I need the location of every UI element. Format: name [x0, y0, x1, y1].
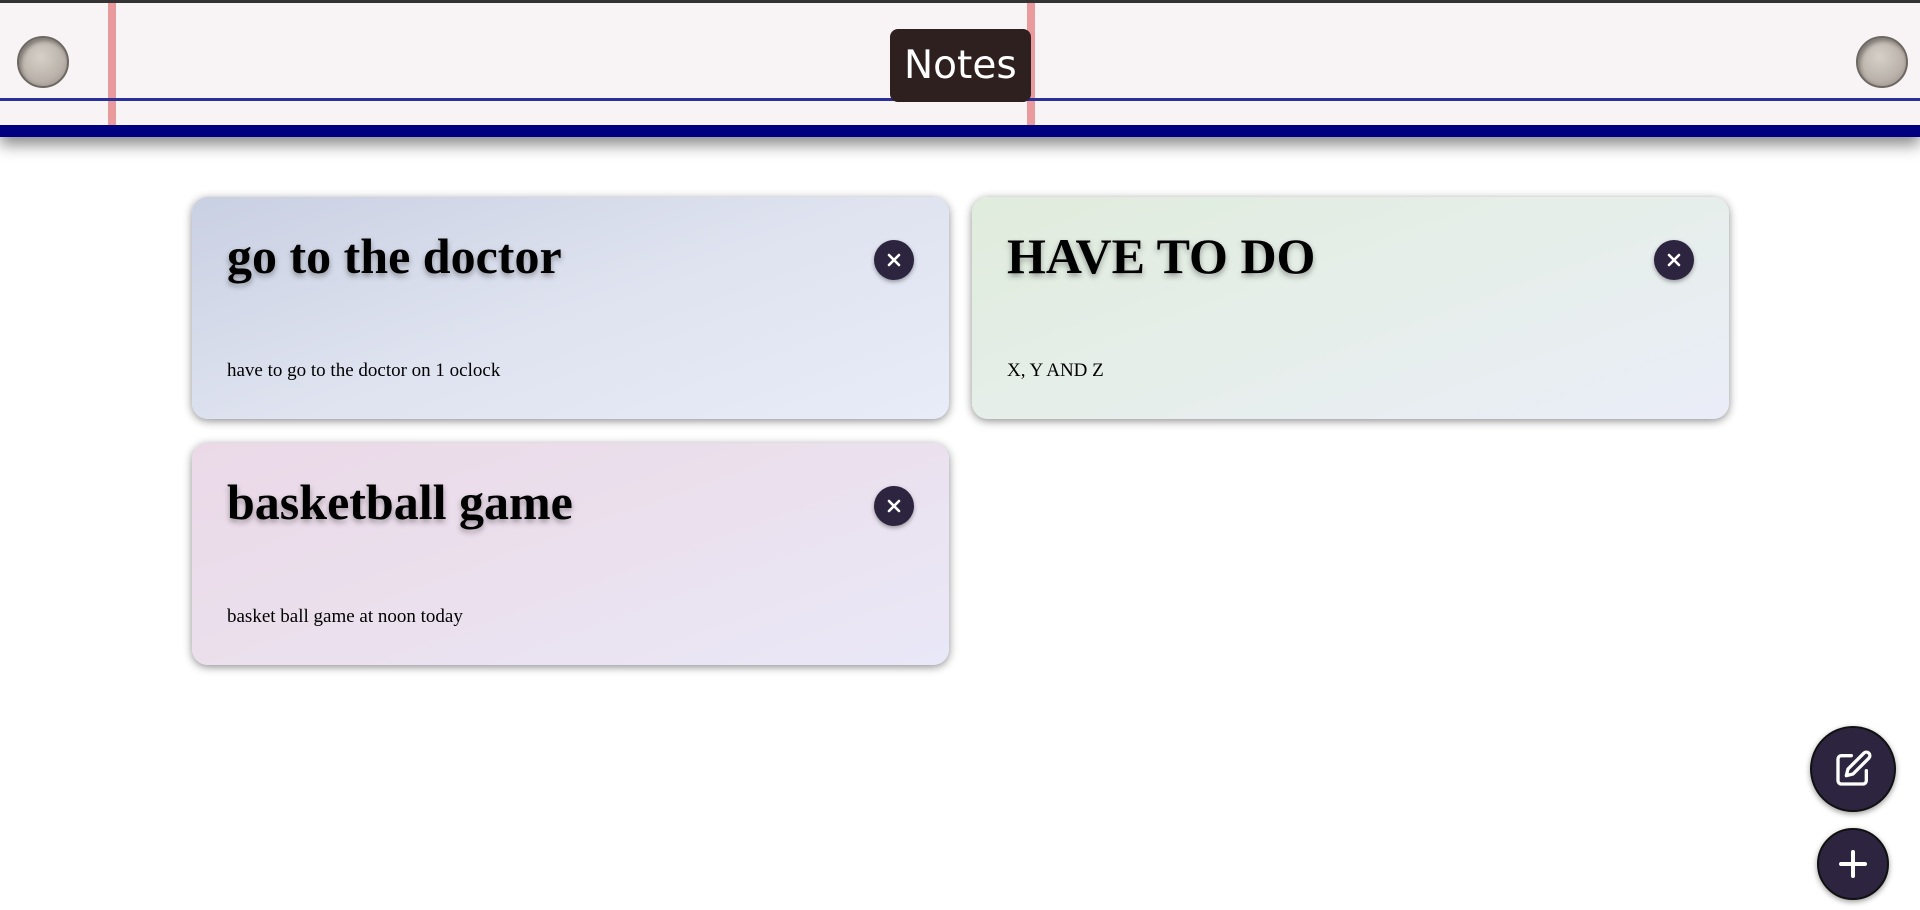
margin-line-left	[108, 3, 116, 128]
punch-hole-left	[17, 36, 69, 88]
note-body: basket ball game at noon today	[227, 606, 463, 627]
delete-note-button[interactable]	[1654, 240, 1694, 280]
close-icon	[887, 253, 901, 267]
edit-button[interactable]	[1810, 726, 1896, 812]
note-title: HAVE TO DO	[1007, 228, 1316, 284]
note-card[interactable]: go to the doctor have to go to the docto…	[192, 197, 949, 419]
plus-icon	[1839, 850, 1867, 878]
delete-note-button[interactable]	[874, 486, 914, 526]
note-title: go to the doctor	[227, 228, 562, 284]
add-note-button[interactable]	[1817, 828, 1889, 900]
close-icon	[1667, 253, 1681, 267]
page-title: Notes	[890, 29, 1031, 102]
note-body: have to go to the doctor on 1 oclock	[227, 360, 501, 381]
paper-bottom-rule	[0, 125, 1920, 137]
close-icon	[887, 499, 901, 513]
edit-icon	[1836, 750, 1872, 786]
punch-hole-right	[1856, 36, 1908, 88]
note-card[interactable]: basketball game basket ball game at noon…	[192, 443, 949, 665]
delete-note-button[interactable]	[874, 240, 914, 280]
note-title: basketball game	[227, 474, 573, 530]
note-card[interactable]: HAVE TO DO X, Y AND Z	[972, 197, 1729, 419]
note-body: X, Y AND Z	[1007, 360, 1104, 381]
app-header: Notes	[0, 0, 1920, 137]
